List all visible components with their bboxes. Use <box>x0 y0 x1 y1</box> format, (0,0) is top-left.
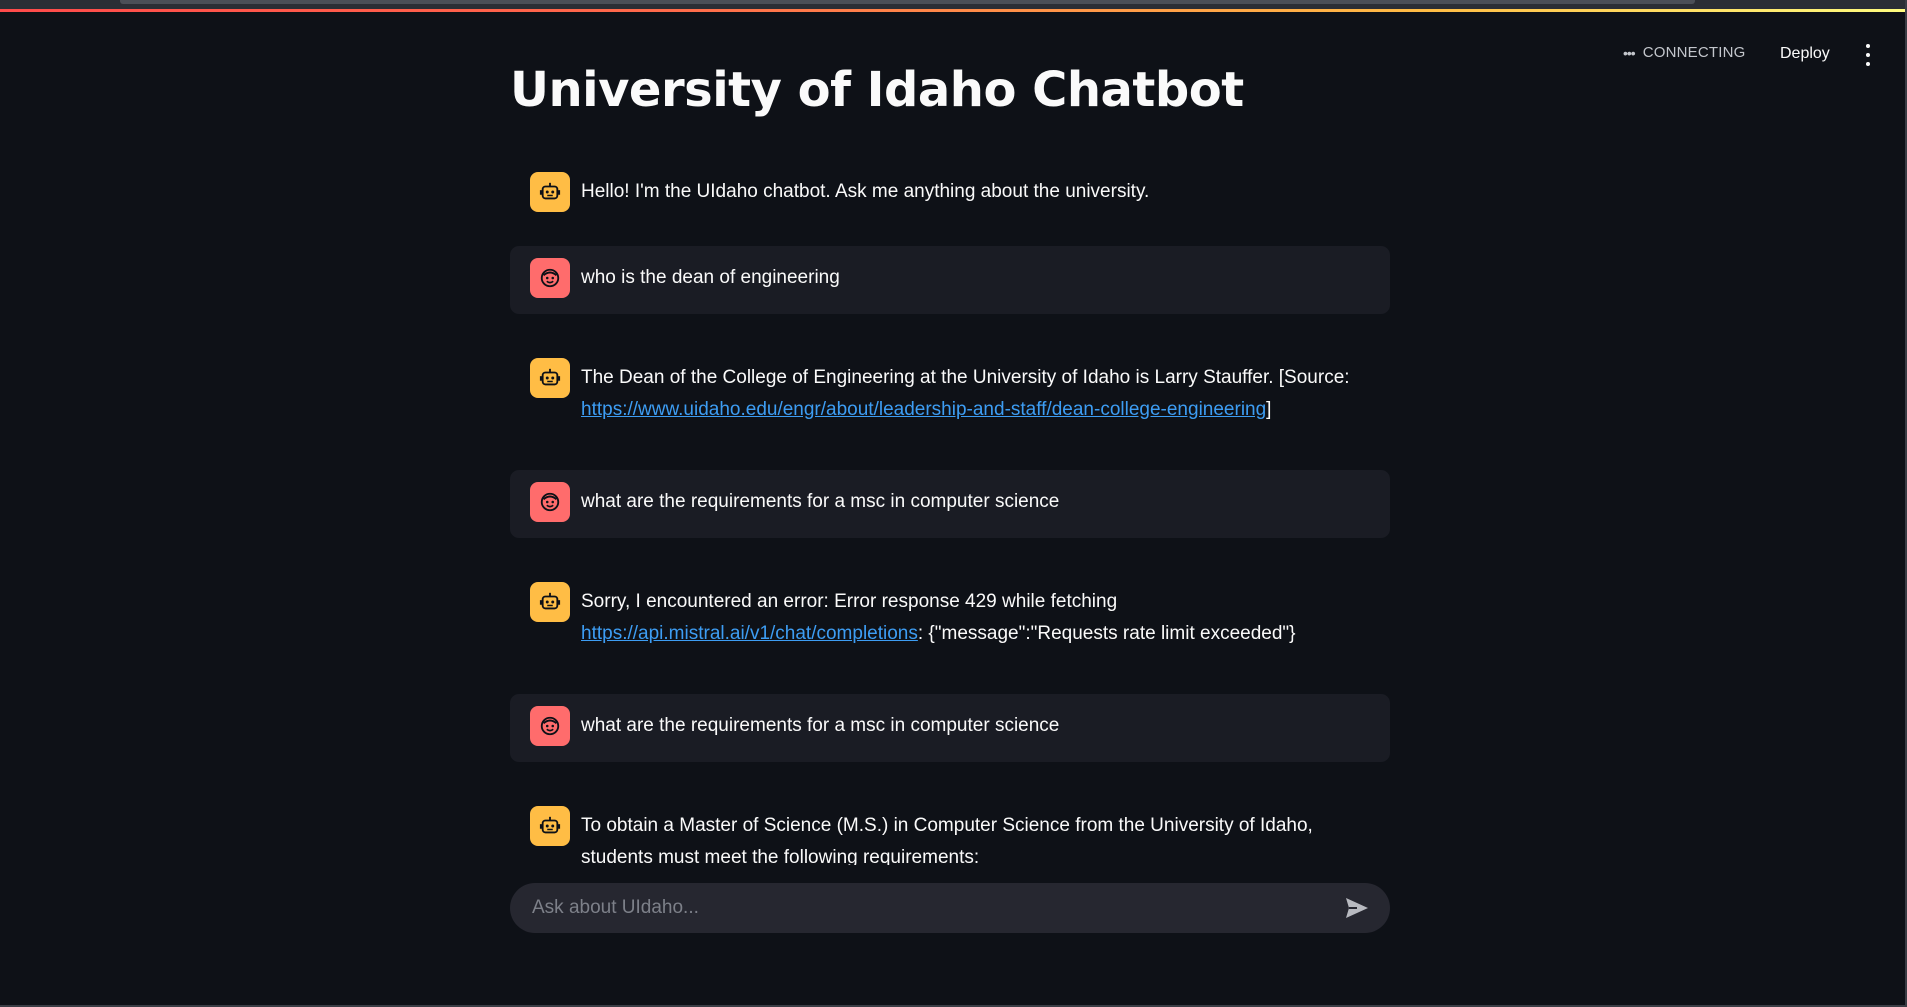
chat-message-user: who is the dean of engineering <box>510 246 1390 314</box>
chat-input-container <box>510 883 1390 933</box>
message-text: Hello! I'm the UIdaho chatbot. Ask me an… <box>581 181 1150 202</box>
chat-message-user: what are the requirements for a msc in c… <box>510 694 1390 762</box>
robot-icon <box>530 806 570 846</box>
chat-message-assistant: To obtain a Master of Science (M.S.) in … <box>510 794 1390 865</box>
source-link[interactable]: https://www.uidaho.edu/engr/about/leader… <box>581 399 1266 420</box>
message-text: To obtain a Master of Science (M.S.) in … <box>581 815 1313 865</box>
smiley-face-icon <box>530 482 570 522</box>
page-title: University of Idaho Chatbot <box>510 62 1244 118</box>
deploy-button[interactable]: Deploy <box>1780 45 1830 63</box>
vertical-ellipsis-icon[interactable] <box>1858 44 1878 66</box>
chat-input[interactable] <box>530 896 1344 920</box>
message-text: what are the requirements for a msc in c… <box>581 715 1060 736</box>
chat-message-assistant: The Dean of the College of Engineering a… <box>510 346 1390 442</box>
message-text: who is the dean of engineering <box>581 267 840 288</box>
browser-top-strip <box>0 0 1907 9</box>
chat-message-user: what are the requirements for a msc in c… <box>510 470 1390 538</box>
horizontal-ellipsis-icon: ••• <box>1623 44 1636 61</box>
message-text: The Dean of the College of Engineering a… <box>581 367 1350 420</box>
status-text: CONNECTING <box>1642 44 1746 61</box>
robot-icon <box>530 172 570 212</box>
chat-message-list[interactable]: Hello! I'm the UIdaho chatbot. Ask me an… <box>510 160 1390 865</box>
chat-message-assistant: Hello! I'm the UIdaho chatbot. Ask me an… <box>510 160 1390 228</box>
smiley-face-icon <box>530 706 570 746</box>
robot-icon <box>530 358 570 398</box>
connection-status: ••• CONNECTING <box>1623 44 1746 61</box>
robot-icon <box>530 582 570 622</box>
api-link[interactable]: https://api.mistral.ai/v1/chat/completio… <box>581 623 918 644</box>
chat-message-assistant: Sorry, I encountered an error: Error res… <box>510 570 1390 666</box>
message-text: Sorry, I encountered an error: Error res… <box>581 591 1296 644</box>
message-text: what are the requirements for a msc in c… <box>581 491 1060 512</box>
smiley-face-icon <box>530 258 570 298</box>
send-icon[interactable] <box>1344 896 1370 920</box>
